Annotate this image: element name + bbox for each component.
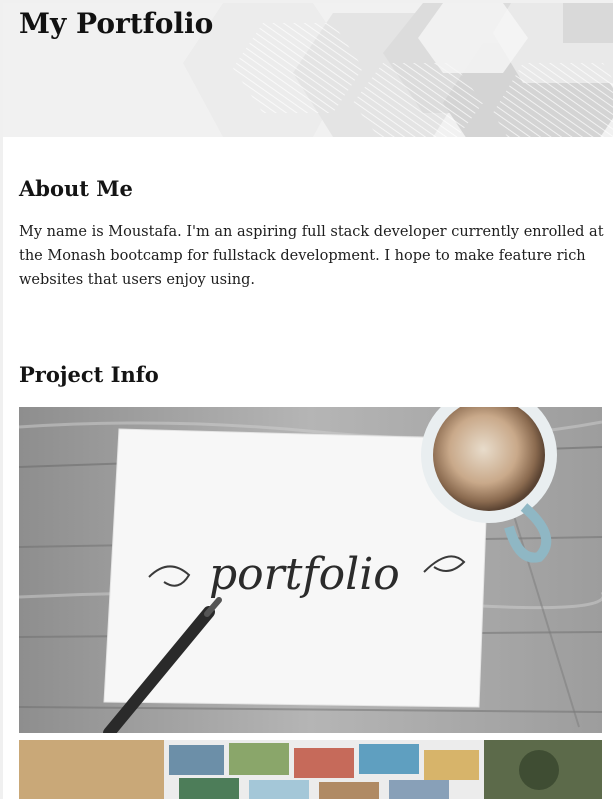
about-paragraph: My name is Moustafa. I'm an aspiring ful… [19, 224, 604, 288]
page: My Portfolio About Me My name is Moustaf… [0, 0, 613, 799]
about-heading: About Me [19, 176, 133, 201]
project-info-heading: Project Info [19, 362, 159, 387]
header-banner: My Portfolio [3, 3, 613, 137]
portfolio-script-text: portfolio [209, 549, 400, 600]
page-title: My Portfolio [19, 7, 214, 40]
portfolio-image: portfolio [19, 407, 602, 733]
project-thumbnail-image [19, 740, 602, 799]
